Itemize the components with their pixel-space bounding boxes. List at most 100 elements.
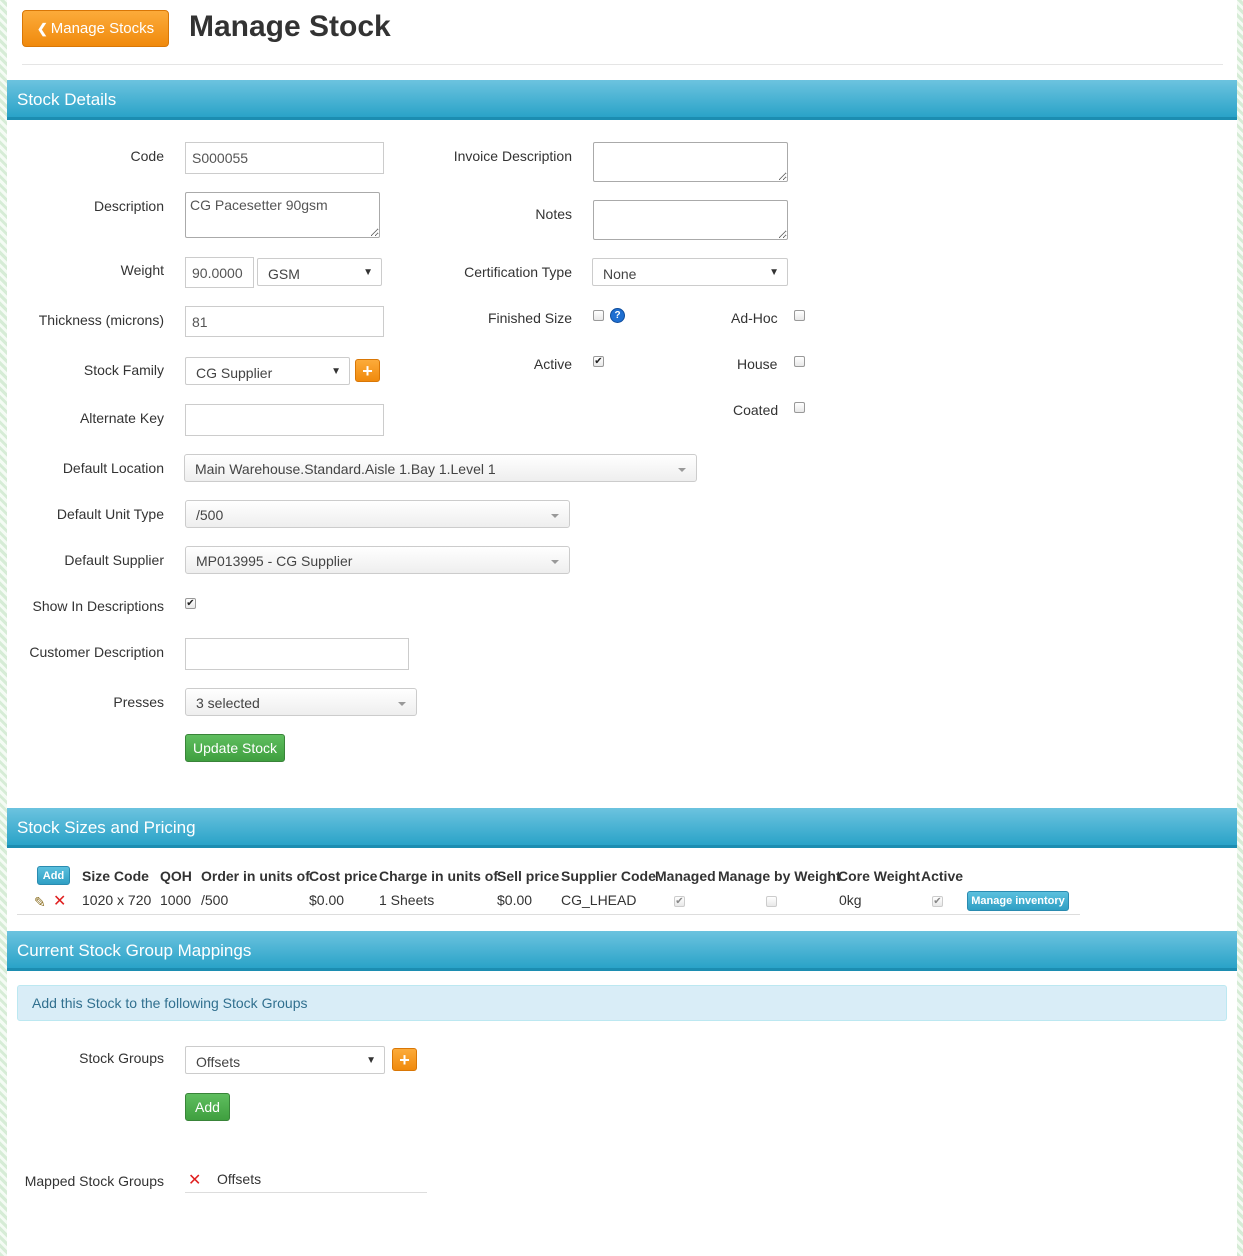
chevron-down-icon: ▼ xyxy=(769,267,779,278)
manage-inventory-button[interactable]: Manage inventory xyxy=(967,891,1069,911)
default-unit-type-label: Default Unit Type xyxy=(56,506,164,522)
mapped-divider xyxy=(185,1192,427,1193)
stock-family-select[interactable]: CG Supplier ▼ xyxy=(185,357,350,385)
stock-groups-info-alert: Add this Stock to the following Stock Gr… xyxy=(17,985,1227,1021)
plus-icon: + xyxy=(362,360,373,381)
weight-unit-value: GSM xyxy=(268,266,300,282)
presses-multiselect[interactable]: 3 selected xyxy=(185,688,417,716)
plus-icon: + xyxy=(399,1049,410,1070)
chevron-down-icon xyxy=(678,468,686,472)
presses-label: Presses xyxy=(113,694,164,710)
coated-checkbox[interactable] xyxy=(794,402,805,413)
presses-value: 3 selected xyxy=(196,695,260,711)
column-header: Manage by Weight xyxy=(718,868,841,884)
section-stock-details: Stock Details xyxy=(7,80,1237,120)
certification-type-label: Certification Type xyxy=(464,264,572,280)
adhoc-label: Ad-Hoc xyxy=(731,310,778,326)
help-icon[interactable]: ? xyxy=(610,308,625,323)
column-header: Core Weight xyxy=(838,868,921,884)
default-supplier-label: Default Supplier xyxy=(64,552,164,568)
chevron-down-icon xyxy=(398,702,406,706)
chevron-left-icon: ❮ xyxy=(36,20,48,36)
active-checkbox[interactable]: ✔ xyxy=(593,356,604,367)
mapped-stock-groups-label: Mapped Stock Groups xyxy=(24,1173,164,1189)
column-header: Active xyxy=(921,868,964,884)
customer-description-input[interactable] xyxy=(185,638,409,670)
sell-price-cell: $0.00 xyxy=(497,892,533,908)
customer-description-label: Customer Description xyxy=(29,644,164,660)
default-location-select[interactable]: Main Warehouse.Standard.Aisle 1.Bay 1.Le… xyxy=(184,454,697,482)
chevron-down-icon: ▼ xyxy=(363,267,373,278)
add-stock-group-plus-button[interactable]: + xyxy=(392,1048,417,1071)
invoice-description-textarea[interactable] xyxy=(593,142,788,182)
active-label: Active xyxy=(533,356,572,372)
chevron-down-icon: ▼ xyxy=(331,366,341,377)
invoice-description-label: Invoice Description xyxy=(453,148,572,164)
add-stock-family-button[interactable]: + xyxy=(355,359,380,382)
add-size-button[interactable]: Add xyxy=(37,866,70,885)
adhoc-checkbox[interactable] xyxy=(794,310,805,321)
default-location-value: Main Warehouse.Standard.Aisle 1.Bay 1.Le… xyxy=(195,461,496,477)
section-stock-group-mappings: Current Stock Group Mappings xyxy=(7,931,1237,971)
weight-label: Weight xyxy=(120,262,164,278)
alternate-key-label: Alternate Key xyxy=(79,410,164,426)
order-units-cell: /500 xyxy=(201,892,229,908)
default-unit-type-select[interactable]: /500 xyxy=(185,500,570,528)
thickness-input[interactable] xyxy=(185,306,384,337)
column-header: QOH xyxy=(160,868,192,884)
table-row-divider xyxy=(17,914,1080,915)
pencil-edit-icon[interactable]: ✎ xyxy=(34,894,46,911)
code-input[interactable] xyxy=(185,142,384,174)
notes-textarea[interactable] xyxy=(593,200,788,240)
description-textarea[interactable]: CG Pacesetter 90gsm xyxy=(185,192,380,238)
alternate-key-input[interactable] xyxy=(185,404,384,436)
stock-groups-value: Offsets xyxy=(196,1054,241,1070)
delete-x-icon[interactable]: ✕ xyxy=(53,891,66,911)
qoh-cell: 1000 xyxy=(160,892,192,908)
show-in-descriptions-checkbox[interactable]: ✔ xyxy=(185,598,196,609)
thickness-label: Thickness (microns) xyxy=(38,312,164,328)
chevron-down-icon xyxy=(551,560,559,564)
remove-x-icon[interactable]: ✕ xyxy=(188,1170,201,1190)
certification-type-select[interactable]: None ▼ xyxy=(592,258,788,286)
finished-size-label: Finished Size xyxy=(487,310,572,326)
charge-units-cell: 1 Sheets xyxy=(379,892,435,908)
right-border-decoration xyxy=(1237,0,1243,1256)
default-supplier-select[interactable]: MP013995 - CG Supplier xyxy=(185,546,570,574)
chevron-down-icon xyxy=(551,514,559,518)
show-in-descriptions-label: Show In Descriptions xyxy=(32,598,164,614)
add-stock-group-button[interactable]: Add xyxy=(185,1093,230,1121)
weight-unit-select[interactable]: GSM ▼ xyxy=(257,258,382,286)
column-header: Charge in units of xyxy=(379,868,498,884)
manage-by-weight-checkbox xyxy=(766,896,777,907)
house-checkbox[interactable] xyxy=(794,356,805,367)
back-button-label: Manage Stocks xyxy=(50,20,155,37)
core-weight-cell: 0kg xyxy=(839,892,862,908)
header-divider xyxy=(22,64,1223,65)
update-stock-button[interactable]: Update Stock xyxy=(185,734,285,762)
column-header: Supplier Code xyxy=(561,868,656,884)
managed-checkbox: ✔ xyxy=(674,896,685,907)
default-location-label: Default Location xyxy=(62,460,164,476)
chevron-down-icon: ▼ xyxy=(366,1055,376,1066)
code-label: Code xyxy=(130,148,164,164)
finished-size-checkbox[interactable] xyxy=(593,310,604,321)
active-row-checkbox: ✔ xyxy=(932,896,943,907)
page-title: Manage Stock xyxy=(189,10,391,43)
column-header: Size Code xyxy=(82,868,149,884)
column-header: Order in units of xyxy=(201,868,310,884)
column-header: Cost price xyxy=(309,868,378,884)
notes-label: Notes xyxy=(535,206,572,222)
description-label: Description xyxy=(93,198,164,214)
stock-family-label: Stock Family xyxy=(83,362,164,378)
back-to-manage-stocks-button[interactable]: ❮ Manage Stocks xyxy=(22,10,169,47)
supplier-code-cell: CG_LHEAD xyxy=(561,892,637,908)
stock-groups-select[interactable]: Offsets ▼ xyxy=(185,1046,385,1074)
weight-input[interactable] xyxy=(185,257,254,288)
mapped-group-name: Offsets xyxy=(217,1171,262,1187)
cost-price-cell: $0.00 xyxy=(309,892,345,908)
column-header: Managed xyxy=(655,868,716,884)
stock-groups-label: Stock Groups xyxy=(79,1050,164,1066)
size-code-cell: 1020 x 720 xyxy=(82,892,152,908)
house-label: House xyxy=(737,356,778,372)
